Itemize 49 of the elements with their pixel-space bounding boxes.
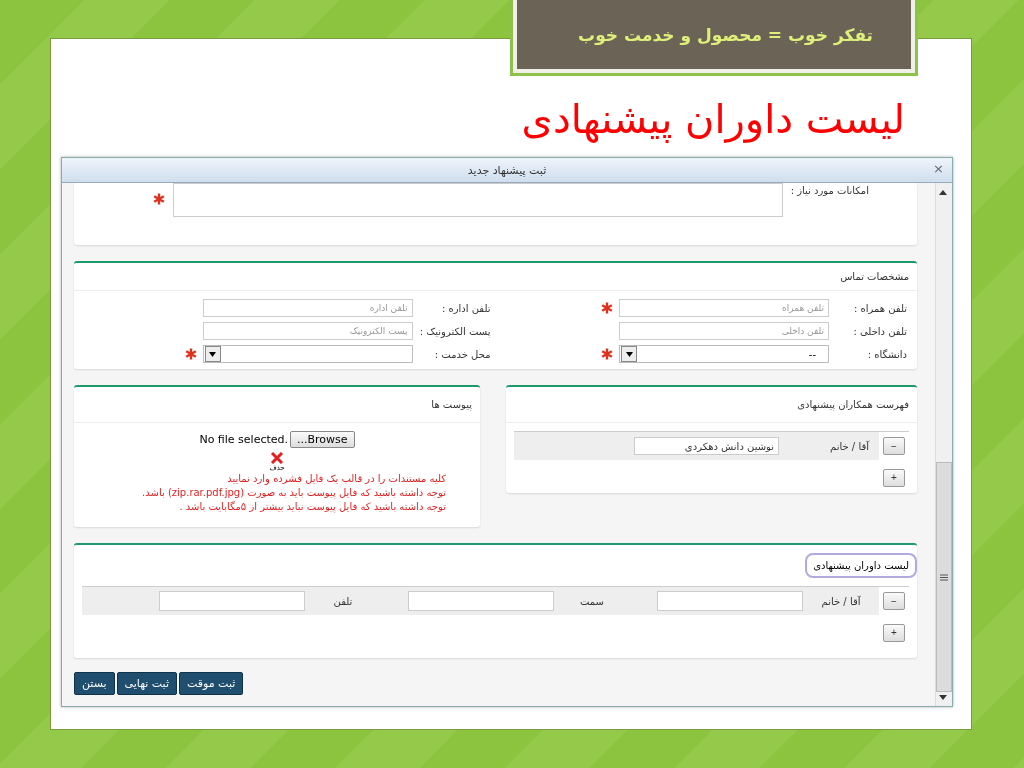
text-field[interactable]: [408, 591, 554, 611]
section-heading: فهرست همکاران پیشنهادی: [506, 387, 917, 423]
text-field[interactable]: تلفن داخلی: [619, 322, 829, 340]
field-label: محل خدمت :: [433, 348, 491, 360]
down-arrow-icon: [936, 692, 950, 702]
field-label: تلفن داخلی :: [852, 325, 907, 337]
banner-text: تفکر خوب = محصول و خدمت خوب: [578, 24, 873, 45]
field-label: دانشگاه :: [866, 348, 907, 360]
browse-button[interactable]: Browse...: [290, 431, 355, 448]
note-text: توجه داشته باشید که فایل پیوست باید به صورت (zip.rar.pdf.jpg) باشد.: [142, 486, 446, 500]
field-label: سمت: [579, 595, 605, 607]
field-label: پست الکترونیک :: [418, 325, 491, 337]
caret-icon: [625, 351, 633, 357]
add-button[interactable]: +: [883, 468, 905, 487]
caret-icon: [209, 351, 216, 357]
action-button[interactable]: ثبت نهایی: [116, 671, 177, 695]
delete-icon: [270, 452, 284, 464]
remove-button[interactable]: −: [883, 437, 905, 455]
dropdown-value: --: [808, 348, 816, 360]
grip-icon: [940, 573, 948, 581]
note-text: توجه داشته باشید که فایل پیوست نباید بیشتر از ۵مگابایت باشد .: [179, 500, 446, 514]
add-button[interactable]: +: [883, 623, 905, 642]
slide-title: لیست داوران پیشنهادی: [521, 96, 905, 142]
note-text: کلیه مستندات را در قالب یک فایل فشرده وارد نمایید: [227, 472, 446, 486]
section-heading: مشخصات تماس: [74, 263, 917, 291]
remove-button[interactable]: −: [883, 592, 905, 610]
text-field[interactable]: پست الکترونیک: [202, 322, 413, 340]
action-button[interactable]: ثبت موقت: [179, 671, 244, 695]
close-button[interactable]: ×: [933, 161, 944, 176]
field-label: امکانات مورد نیاز :: [790, 185, 869, 196]
field-label: آقا / خانم: [820, 595, 862, 607]
dropdown-field[interactable]: --: [619, 345, 829, 363]
text-field[interactable]: تلفن اداره: [202, 299, 413, 317]
field-label: تلفن اداره :: [440, 302, 491, 314]
dialog-title: ثبت پیشنهاد جدید: [467, 163, 547, 177]
action-button[interactable]: بستن: [74, 671, 115, 695]
name-field[interactable]: نوشین دانش دهکردي: [634, 437, 779, 455]
field-label: تلفن: [332, 595, 354, 607]
scrollbar[interactable]: [935, 183, 952, 706]
field-label: آقا / خانم: [829, 440, 869, 452]
section-heading: پیوست ها: [74, 387, 480, 423]
file-status: No file selected.: [199, 433, 289, 446]
text-field[interactable]: [657, 591, 803, 611]
section-heading: لیست داوران پیشنهادی: [805, 553, 917, 578]
dropdown-field[interactable]: [202, 345, 413, 363]
text-area[interactable]: [172, 183, 783, 217]
field-label: تلفن همراه :: [852, 302, 907, 314]
text-field[interactable]: تلفن همراه: [619, 299, 829, 317]
text-field[interactable]: [159, 591, 305, 611]
